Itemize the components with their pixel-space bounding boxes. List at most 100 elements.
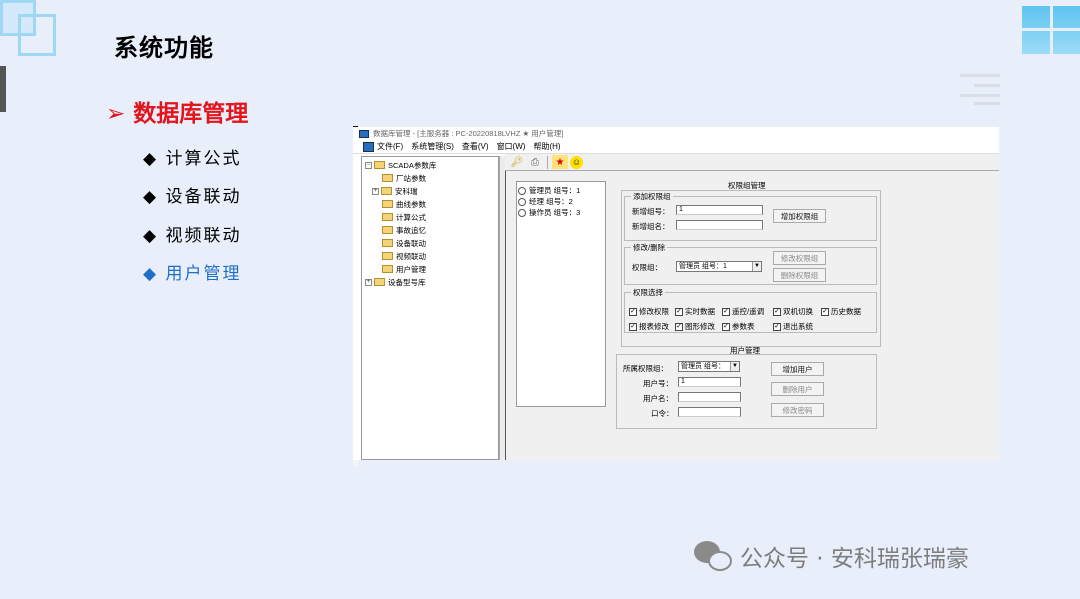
tree-item[interactable]: + 安科瑞 [372, 185, 418, 197]
folder-icon [382, 213, 393, 221]
tree-item-user-management[interactable]: 用户管理 [382, 263, 426, 275]
checkbox-check: ✓ [773, 322, 781, 331]
user-no-field[interactable]: 1 [678, 377, 741, 387]
list-item[interactable]: 操作员 组号：3 [518, 207, 580, 218]
perm-checkbox[interactable]: ✓ 修改权限 [629, 306, 669, 317]
folder-icon [382, 265, 393, 273]
folder-icon [374, 278, 385, 286]
perm-checkbox[interactable]: ✓ 报表修改 [629, 321, 669, 332]
delete-user-button[interactable]: 删除用户 [771, 382, 824, 396]
add-group-fieldset: 添加权限组 [624, 191, 877, 241]
user-group-select[interactable]: 管理员 组号： ▼ [678, 361, 740, 372]
folder-icon [382, 226, 393, 234]
user-group-label: 所属权限组： [623, 364, 668, 373]
user-name-label: 用户名： [643, 394, 673, 403]
perm-checkbox[interactable]: ✓ 图形修改 [675, 321, 715, 332]
group-icon [518, 186, 526, 195]
app-icon [359, 129, 369, 138]
new-group-name-label: 新增组名： [632, 222, 670, 231]
menu-view[interactable]: 查看(V) [462, 141, 489, 152]
perm-checkbox[interactable]: ✓ 退出系统 [773, 321, 813, 332]
password-field[interactable] [678, 407, 741, 417]
perm-checkbox[interactable]: ✓ 实时数据 [675, 306, 715, 317]
menu-item-video-linkage[interactable]: ◆ 视频联动 [143, 221, 241, 246]
group-list[interactable]: 管理员 组号：1 经理 组号：2 操作员 组号：3 [516, 181, 606, 407]
star-icon[interactable]: ★ [552, 155, 568, 169]
section-title: ➢ 数据库管理 [106, 101, 249, 127]
user-no-label: 用户号： [643, 379, 673, 388]
tree-item[interactable]: 事故追忆 [382, 224, 426, 236]
delete-group-button[interactable]: 删除权限组 [773, 268, 826, 282]
add-group-button[interactable]: 增加权限组 [773, 209, 826, 223]
menu-window[interactable]: 窗口(W) [497, 141, 526, 152]
decorative-corner-block [1022, 6, 1080, 54]
menu-item-formula[interactable]: ◆ 计算公式 [143, 144, 241, 169]
checkbox-check: ✓ [722, 307, 730, 316]
window-title: 数据库管理 - [主服务器 : PC-20220818LVHZ ★ 用户管理] [373, 129, 564, 138]
chevron-down-icon: ▼ [730, 362, 739, 371]
window-titlebar: 数据库管理 - [主服务器 : PC-20220818LVHZ ★ 用户管理] [353, 127, 999, 140]
modify-group-button[interactable]: 修改权限组 [773, 251, 826, 265]
checkbox-check: ✓ [722, 322, 730, 331]
chevron-down-icon: ▼ [752, 262, 761, 271]
checkbox-check: ✓ [821, 307, 829, 316]
group-select-label: 权限组： [632, 263, 662, 272]
folder-icon [382, 239, 393, 247]
checkbox-check: ✓ [675, 322, 683, 331]
folder-icon [382, 174, 393, 182]
user-name-field[interactable] [678, 392, 741, 402]
folder-icon [374, 161, 385, 169]
new-group-no-label: 新增组号： [632, 207, 670, 216]
perm-checkbox[interactable]: ✓ 遥控/遥调 [722, 306, 764, 317]
perm-checkbox[interactable]: ✓ 历史数据 [821, 306, 861, 317]
key-icon[interactable]: 🔑︎ [509, 155, 525, 169]
database-manager-window: 数据库管理 - [主服务器 : PC-20220818LVHZ ★ 用户管理] … [353, 127, 999, 460]
new-group-name-field[interactable] [676, 220, 763, 230]
folder-icon [382, 200, 393, 208]
watermark: 公众号 · 安科瑞张瑞豪 [694, 538, 969, 574]
toolbar: 🔑︎ ⎙ ★ ☺ [505, 154, 999, 171]
tree-item[interactable]: 计算公式 [382, 211, 426, 223]
list-item[interactable]: 管理员 组号：1 [518, 185, 580, 196]
checkbox-check: ✓ [629, 322, 637, 331]
slide-title: 系统功能 [114, 34, 214, 62]
wechat-icon [694, 539, 734, 573]
password-label: 口令： [651, 409, 674, 418]
printer-icon[interactable]: ⎙ [527, 155, 543, 169]
decorative-lines [960, 74, 1000, 106]
group-icon [518, 208, 526, 217]
smiley-icon[interactable]: ☺ [570, 155, 583, 169]
tree-item[interactable]: 设备联动 [382, 237, 426, 249]
group-icon [518, 197, 526, 206]
checkbox-check: ✓ [675, 307, 683, 316]
add-user-button[interactable]: 增加用户 [771, 362, 824, 376]
tree-view[interactable]: − SCADA参数库 厂站参数 + 安科瑞 曲线参数 计算公式 事故追忆 设备联动 … [361, 156, 499, 460]
tree-root-device-models[interactable]: + 设备型号库 [365, 276, 426, 288]
tree-root[interactable]: − SCADA参数库 [365, 159, 436, 171]
tree-item[interactable]: 曲线参数 [382, 198, 426, 210]
new-group-no-field[interactable]: 1 [676, 205, 763, 215]
menu-item-device-linkage[interactable]: ◆ 设备联动 [143, 182, 241, 207]
checkbox-check: ✓ [773, 307, 781, 316]
menu-item-user-management[interactable]: ◆ 用户管理 [143, 259, 241, 284]
perm-checkbox[interactable]: ✓ 双机切换 [773, 306, 813, 317]
menu-system[interactable]: 系统管理(S) [411, 141, 454, 152]
edit-group-legend: 修改/删除 [631, 242, 668, 253]
menu-file[interactable]: 文件(F) [377, 141, 403, 152]
add-group-legend: 添加权限组 [631, 191, 673, 202]
tree-item[interactable]: 厂站参数 [382, 172, 426, 184]
perm-checkbox[interactable]: ✓ 参数表 [722, 321, 755, 332]
tree-item[interactable]: 视频联动 [382, 250, 426, 262]
checkbox-check: ✓ [629, 307, 637, 316]
app-menu-icon[interactable] [363, 141, 374, 152]
list-item[interactable]: 经理 组号：2 [518, 196, 573, 207]
folder-icon [382, 252, 393, 260]
menubar: 文件(F) 系统管理(S) 查看(V) 窗口(W) 帮助(H) [353, 140, 999, 154]
menu-help[interactable]: 帮助(H) [533, 141, 560, 152]
folder-icon [381, 187, 392, 195]
group-select[interactable]: 管理员 组号：1 ▼ [676, 261, 762, 272]
perm-select-legend: 权限选择 [631, 287, 665, 298]
change-password-button[interactable]: 修改密码 [771, 403, 824, 417]
decorative-square-outline [18, 14, 56, 56]
decorative-bar [0, 66, 6, 112]
